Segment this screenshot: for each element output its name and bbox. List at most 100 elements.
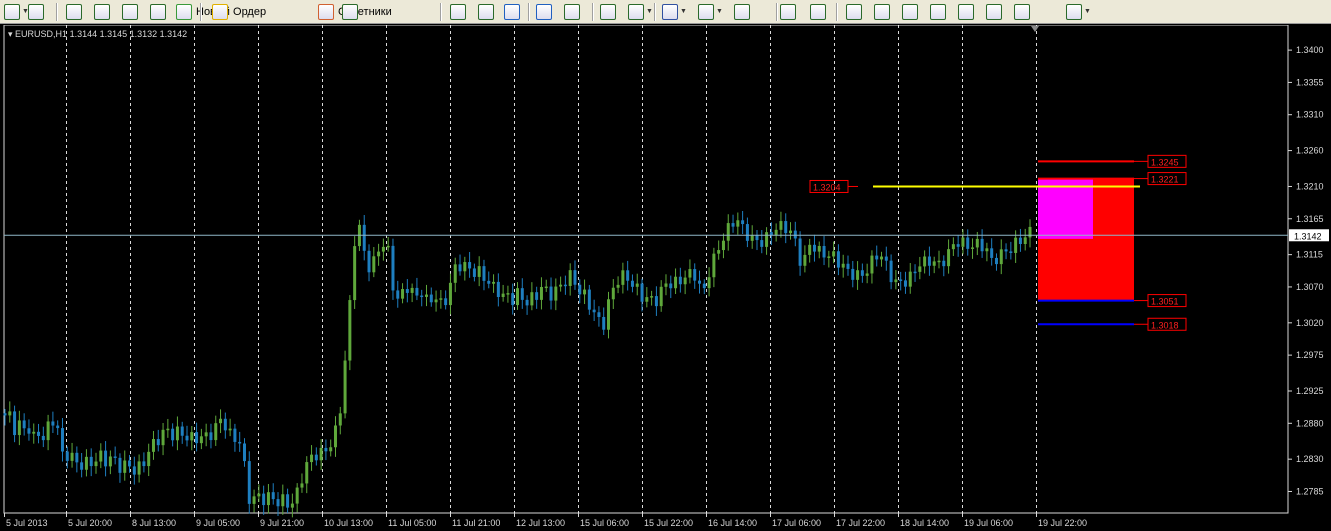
candle-body — [956, 244, 960, 247]
candle-body — [966, 237, 970, 249]
candle-body — [741, 220, 745, 225]
candle-body — [333, 425, 337, 448]
candle-body — [779, 221, 783, 230]
candle-body — [190, 432, 194, 441]
channel-icon-button[interactable] — [986, 2, 1002, 21]
time-tick-label: 17 Jul 22:00 — [836, 518, 885, 528]
candle-body — [832, 251, 836, 257]
chart-window[interactable]: ▾ EURUSD,H1 1.3144 1.3145 1.3132 1.3142 … — [0, 25, 1331, 531]
candle-body — [290, 503, 294, 508]
candle-body — [994, 257, 998, 265]
price-tick-label: 1.3260 — [1296, 146, 1324, 156]
time-tick-label: 10 Jul 13:00 — [324, 518, 373, 528]
templates-icon-button[interactable]: ▼ — [698, 2, 723, 21]
new-chart-icon-button[interactable] — [28, 2, 44, 21]
candle-body — [975, 238, 979, 248]
autoscroll-icon-button[interactable] — [564, 2, 580, 21]
candle-body — [717, 250, 721, 254]
strategy-tester-icon-button[interactable] — [150, 2, 166, 21]
text-icon-button[interactable] — [902, 2, 918, 21]
candle-body — [228, 428, 232, 431]
candle-body — [80, 462, 84, 470]
periods-icon-button[interactable]: ▼ — [662, 2, 687, 21]
zoom-out-icon-button[interactable] — [536, 2, 552, 21]
indicators-icon-button[interactable]: ▼ — [628, 2, 653, 21]
zoom-in-icon-button[interactable] — [504, 2, 520, 21]
candles-icon-button[interactable] — [450, 2, 466, 21]
candle-body — [161, 429, 165, 446]
candle-body — [712, 253, 716, 278]
price-tick-label: 1.3210 — [1296, 181, 1324, 191]
candle-body — [238, 441, 242, 444]
line-chart-icon-button[interactable] — [478, 2, 494, 21]
candle-body — [927, 256, 931, 266]
price-chart[interactable]: 5 Jul 2013 5 Jul 20:00 8 Jul 13:00 9 Jul 05… — [0, 25, 1331, 531]
time-tick-label: 8 Jul 13:00 — [132, 518, 176, 528]
new-order-label: Новый Ордер — [196, 5, 267, 18]
indicators-icon — [628, 3, 644, 20]
chart-profile-icon-button[interactable]: ▼ — [4, 2, 29, 21]
text-label-icon-button[interactable] — [930, 2, 946, 21]
bar-chart-icon-button[interactable] — [342, 2, 358, 21]
candle-body — [736, 220, 740, 227]
cursor-icon-button[interactable] — [734, 2, 750, 21]
favorites-icon-button[interactable] — [94, 2, 110, 21]
candle-body — [252, 496, 256, 504]
trendline-icon-button[interactable] — [846, 2, 862, 21]
candle-body — [401, 289, 405, 299]
candle-body — [865, 273, 869, 276]
autoscroll-icon — [564, 3, 580, 20]
candle-body — [46, 421, 50, 441]
chart-shift-icon-button[interactable] — [600, 2, 616, 21]
candle-body — [286, 494, 290, 508]
crosshair-icon-button[interactable] — [780, 2, 796, 21]
candle-body — [607, 299, 611, 330]
dropdown-arrow-icon: ▼ — [716, 8, 723, 15]
candle-body — [324, 447, 328, 452]
candle-body — [195, 432, 199, 444]
candle-body — [544, 286, 548, 289]
candle-body — [22, 420, 26, 429]
fibo-icon-button[interactable] — [874, 2, 890, 21]
candle-body — [937, 260, 941, 263]
candle-body — [458, 264, 462, 272]
candle-body — [137, 461, 141, 475]
navigator-icon-button[interactable] — [66, 2, 82, 21]
time-tick-label: 19 Jul 06:00 — [964, 518, 1013, 528]
navigator-icon — [66, 3, 82, 20]
level-label: 1.3018 — [1151, 320, 1179, 330]
candle-body — [391, 245, 395, 291]
candle-body — [650, 296, 654, 298]
toolbar-separator — [592, 3, 594, 21]
zoom-out-icon — [536, 3, 552, 20]
new-order-icon — [176, 3, 192, 20]
candle-body — [108, 456, 112, 467]
candle-body — [348, 300, 352, 361]
candle-body — [41, 435, 45, 441]
price-tick-label: 1.3355 — [1296, 77, 1324, 87]
candle-body — [219, 418, 223, 424]
candle-body — [707, 277, 711, 289]
candle-body — [386, 245, 390, 248]
candle-body — [1009, 251, 1013, 253]
time-tick-label: 11 Jul 05:00 — [388, 518, 436, 528]
candle-body — [630, 280, 634, 287]
arrows-icon-button[interactable]: ▼ — [1066, 2, 1091, 21]
trendline-icon — [846, 3, 862, 20]
toolbar-separator — [654, 3, 656, 21]
candle-body — [147, 451, 151, 467]
alert-icon-button[interactable] — [212, 2, 228, 21]
candle-body — [961, 237, 965, 247]
candle-body — [889, 260, 893, 283]
candle-body — [774, 229, 778, 236]
data-window-icon-button[interactable] — [122, 2, 138, 21]
toolbar-separator — [200, 3, 202, 21]
rectangle-icon-button[interactable] — [1014, 2, 1030, 21]
candle-body — [947, 249, 951, 267]
price-tick-label: 1.3115 — [1296, 250, 1323, 260]
vertical-line-icon-button[interactable] — [810, 2, 826, 21]
bar-chart-icon — [342, 3, 358, 20]
fibo-fan-icon-button[interactable] — [958, 2, 974, 21]
candle-body — [424, 294, 428, 297]
text-icon — [902, 3, 918, 20]
